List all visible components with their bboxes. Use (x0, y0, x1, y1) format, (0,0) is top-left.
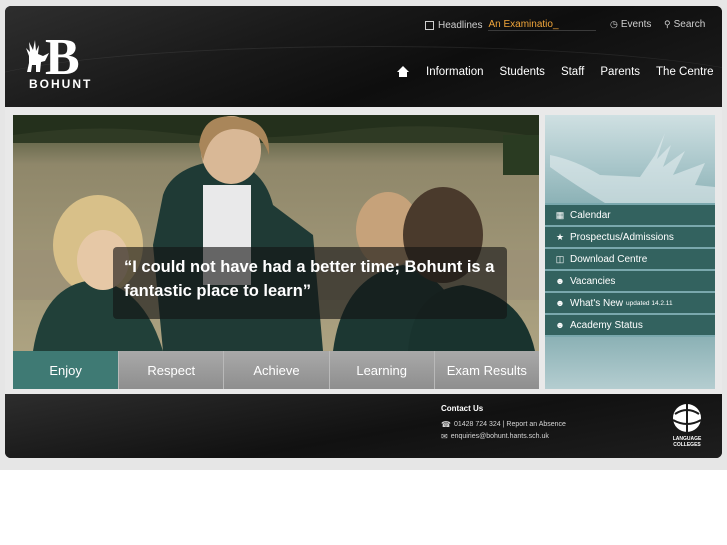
tab-exam-results[interactable]: Exam Results (433, 351, 539, 389)
nav-item-staff[interactable]: Staff (561, 66, 584, 78)
phone-text[interactable]: 01428 724 324 | Report an Absence (454, 421, 566, 428)
hero-quote: “I could not have had a better time; Boh… (113, 247, 507, 319)
menu-item-label: What's New (570, 297, 624, 309)
menu-item-label: Academy Status (570, 319, 643, 331)
menu-item-label: Download Centre (570, 253, 648, 265)
menu-item-download-centre[interactable]: ◫ Download Centre (545, 249, 715, 269)
nav-item-students[interactable]: Students (500, 66, 545, 78)
headlines-icon (425, 20, 434, 30)
tab-learning[interactable]: Learning (328, 351, 434, 389)
people-icon: ☻ (555, 298, 565, 308)
home-icon[interactable] (397, 66, 409, 78)
tab-achieve[interactable]: Achieve (223, 351, 329, 389)
hero-tabs: Enjoy Respect Achieve Learning Exam Resu… (13, 351, 539, 389)
tab-enjoy[interactable]: Enjoy (13, 351, 119, 389)
menu-item-vacancies[interactable]: ☻ Vacancies (545, 271, 715, 291)
quick-links-panel: ▦ Calendar ★ Prospectus/Admissions ◫ Dow… (545, 115, 715, 389)
tab-respect[interactable]: Respect (118, 351, 224, 389)
nav-item-parents[interactable]: Parents (600, 66, 640, 78)
hero-slideshow: “I could not have had a better time; Boh… (13, 115, 539, 389)
menu-item-label: Vacancies (570, 275, 616, 287)
star-icon: ★ (555, 231, 565, 242)
people-icon: ☻ (555, 320, 565, 330)
main-content: “I could not have had a better time; Boh… (5, 107, 722, 394)
headlines-label: Headlines (438, 19, 483, 31)
menu-item-calendar[interactable]: ▦ Calendar (545, 205, 715, 225)
site-frame: B BOHUNT Headlines An Examinatio_ ◷ Even… (5, 6, 722, 458)
panel-bottom-artwork (545, 337, 715, 389)
badge-text-2: COLLEGES (673, 442, 701, 448)
menu-item-whats-new[interactable]: ☻ What's New updated 14.2.11 (545, 293, 715, 313)
search-link[interactable]: ⚲ Search (664, 19, 705, 30)
contact-title: Contact Us (441, 404, 484, 413)
phone-icon: ☎ (441, 420, 451, 429)
email-line: ✉ enquiries@bohunt.hants.sch.uk (441, 432, 549, 441)
quick-links-menu: ▦ Calendar ★ Prospectus/Admissions ◫ Dow… (545, 205, 715, 337)
events-link[interactable]: ◷ Events (610, 19, 651, 30)
updated-note: updated 14.2.11 (626, 299, 673, 307)
site-header: B BOHUNT Headlines An Examinatio_ ◷ Even… (5, 6, 722, 107)
events-label: Events (620, 19, 652, 30)
search-label: Search (673, 19, 706, 30)
headlines-bar[interactable]: Headlines An Examinatio_ (425, 19, 597, 31)
language-colleges-logo[interactable]: LANGUAGE COLLEGES (667, 402, 707, 452)
panel-stag-artwork (545, 115, 715, 203)
menu-item-label: Calendar (570, 209, 611, 221)
menu-item-academy-status[interactable]: ☻ Academy Status (545, 315, 715, 335)
email-text[interactable]: enquiries@bohunt.hants.sch.uk (451, 433, 549, 440)
site-footer: Contact Us ☎ 01428 724 324 | Report an A… (5, 394, 722, 458)
people-icon: ☻ (555, 276, 565, 286)
calendar-icon: ▦ (555, 209, 565, 220)
clock-icon: ◷ (610, 19, 618, 29)
menu-item-prospectus-admissions[interactable]: ★ Prospectus/Admissions (545, 227, 715, 247)
menu-item-label: Prospectus/Admissions (570, 231, 674, 243)
search-icon: ⚲ (664, 19, 671, 29)
nav-item-information[interactable]: Information (426, 66, 484, 78)
brand-name: BOHUNT (29, 77, 93, 91)
stag-watermark-icon (550, 133, 715, 203)
envelope-icon: ✉ (441, 432, 448, 441)
document-icon: ◫ (555, 253, 565, 264)
headline-ticker[interactable]: An Examinatio_ (488, 19, 597, 31)
phone-line: ☎ 01428 724 324 | Report an Absence (441, 420, 566, 429)
nav-item-the-centre[interactable]: The Centre (656, 66, 714, 78)
main-nav: Information Students Staff Parents The C… (397, 66, 714, 78)
